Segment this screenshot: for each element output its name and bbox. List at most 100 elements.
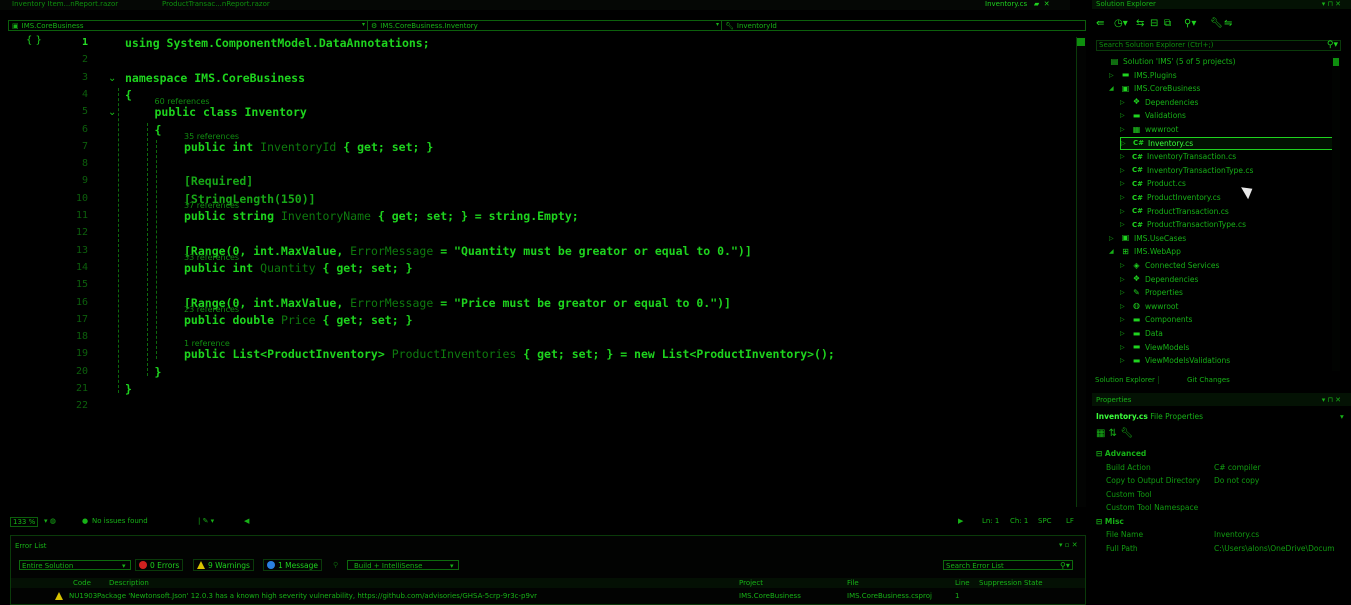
zoom-dropdown-icon[interactable]: ▾ ◍	[44, 517, 56, 525]
doc-tab-product-transaction-report[interactable]: ProductTransac...nReport.razor	[162, 0, 270, 8]
tree-item[interactable]: ▷ ◈ Connected Services	[1120, 259, 1219, 272]
editor-scroll-thumb[interactable]	[1077, 38, 1085, 46]
code-line[interactable]: {	[125, 88, 132, 102]
tree-item[interactable]: ▷ C# ProductTransactionType.cs	[1120, 218, 1246, 231]
pin-icon[interactable]: ▰	[1029, 0, 1039, 8]
expanded-icon[interactable]: ◢	[1109, 248, 1117, 255]
property-value[interactable]: Inventory.cs	[1214, 530, 1259, 539]
tree-item[interactable]: ▷ ❖ Dependencies	[1120, 96, 1198, 109]
tree-item[interactable]: ▷ C# ProductInventory.cs	[1120, 191, 1221, 204]
code-line[interactable]: using System.ComponentModel.DataAnnotati…	[125, 36, 430, 50]
active-doc-tab[interactable]: Inventory.cs ▰ ✕	[985, 0, 1050, 8]
tree-item[interactable]: ▷ C# ProductTransaction.cs	[1120, 205, 1229, 218]
col-code[interactable]: Code	[73, 579, 91, 587]
table-row[interactable]: NU1903 Package 'Newtonsoft.Json' 12.0.3 …	[11, 591, 1085, 602]
code-line[interactable]: {	[155, 123, 162, 137]
fold-chevron-icon[interactable]: ⌄	[108, 107, 116, 118]
code-line[interactable]: public double Price { get; set; }	[184, 313, 413, 327]
code-line[interactable]: [Required]	[184, 174, 253, 188]
property-name[interactable]: Custom Tool Namespace	[1106, 503, 1198, 512]
errors-filter-button[interactable]: 0 Errors	[135, 559, 184, 571]
tree-item[interactable]: ▷ ▬ ViewModels	[1120, 341, 1189, 354]
solution-search-input[interactable]: Search Solution Explorer (Ctrl+;) ⚲▾	[1096, 40, 1341, 51]
code-editor[interactable]: { } 1 using System.ComponentModel.DataAnno…	[8, 32, 1086, 510]
issues-status[interactable]: No issues found	[92, 517, 148, 525]
expand-icon[interactable]: ▷	[1109, 72, 1117, 79]
error-search-input[interactable]: Search Error List ⚲▾	[943, 560, 1073, 570]
solution-scrollbar[interactable]	[1332, 56, 1340, 371]
expanded-icon[interactable]: ◢	[1109, 85, 1117, 92]
col-line[interactable]: Line	[955, 579, 970, 587]
property-section-header[interactable]: ⊟ Advanced	[1096, 449, 1146, 458]
project-dropdown[interactable]: ▣ IMS.CoreBusiness ▾	[9, 21, 367, 30]
expand-icon[interactable]: ▷	[1120, 316, 1128, 323]
code-line[interactable]: public string InventoryName { get; set; …	[184, 209, 579, 223]
expand-icon[interactable]: ▷	[1120, 208, 1128, 215]
expand-icon[interactable]: ▷	[1120, 126, 1128, 133]
expand-icon[interactable]: ▷	[1120, 303, 1128, 310]
properties-icon[interactable]: 🔧︎	[1210, 18, 1223, 29]
tree-item[interactable]: ▷ ▬ Data	[1120, 327, 1163, 340]
tree-item[interactable]: ▷ ▬ IMS.Plugins	[1109, 69, 1177, 82]
line-ending-indicator[interactable]: LF	[1066, 517, 1074, 525]
close-icon[interactable]: ✕	[1041, 0, 1050, 8]
col-suppression[interactable]: Suppression State	[979, 579, 1043, 587]
fold-chevron-icon[interactable]: ⌄	[108, 73, 116, 84]
expand-icon[interactable]: ▷	[1120, 153, 1128, 160]
warnings-filter-button[interactable]: 9 Warnings	[193, 559, 254, 571]
whitespace-indicator[interactable]: SPC	[1038, 517, 1052, 525]
col-description[interactable]: Description	[109, 579, 149, 587]
expand-icon[interactable]: ▷	[1109, 235, 1117, 242]
code-line[interactable]: public List<ProductInventory> ProductInv…	[184, 347, 835, 361]
scroll-right-icon[interactable]: ▶	[958, 517, 963, 525]
expand-icon[interactable]: ▷	[1120, 99, 1128, 106]
tree-item[interactable]: ▷ C# InventoryTransaction.cs	[1120, 150, 1236, 163]
expand-icon[interactable]: ▷	[1120, 344, 1128, 351]
tree-item[interactable]: ◢ ▣ IMS.CoreBusiness	[1109, 82, 1200, 95]
expand-icon[interactable]: ▷	[1120, 289, 1128, 296]
col-project[interactable]: Project	[739, 579, 763, 587]
tree-item[interactable]: ▷ ▬ Components	[1120, 313, 1192, 326]
tree-item[interactable]: ▷ C# Inventory.cs	[1120, 136, 1334, 150]
col-file[interactable]: File	[847, 579, 859, 587]
expand-icon[interactable]: ▷	[1121, 140, 1129, 147]
collapse-icon[interactable]: ⊟	[1096, 449, 1105, 458]
property-name[interactable]: File Name	[1106, 530, 1143, 539]
char-indicator[interactable]: Ch: 1	[1010, 517, 1028, 525]
expand-icon[interactable]: ▷	[1120, 221, 1128, 228]
panel-controls-icon[interactable]: ▾ ▫ ✕	[1059, 541, 1078, 549]
filter-icon[interactable]: ⚲	[333, 561, 338, 569]
property-name[interactable]: Custom Tool	[1106, 490, 1152, 499]
tree-item[interactable]: ▷ ▬ ViewModelsValidations	[1120, 354, 1230, 367]
properties-subject-selector[interactable]: Inventory.cs File Properties ▾	[1096, 412, 1346, 421]
property-section-header[interactable]: ⊟ Misc	[1096, 517, 1124, 526]
zoom-level[interactable]: 133 %	[10, 517, 39, 527]
code-line[interactable]: }	[155, 365, 162, 379]
messages-filter-button[interactable]: 1 Message	[263, 559, 323, 571]
brush-icon[interactable]: | ✎ ▾	[198, 517, 214, 525]
tree-item[interactable]: ▷ ◍ wwwroot	[1120, 300, 1178, 313]
tree-item[interactable]: ▷ C# InventoryTransactionType.cs	[1120, 164, 1253, 177]
code-line[interactable]: public class Inventory	[155, 105, 307, 119]
expand-icon[interactable]: ▷	[1120, 167, 1128, 174]
alphabetical-icon[interactable]: ⇅	[1109, 428, 1117, 439]
code-line[interactable]: public int InventoryId { get; set; }	[184, 140, 433, 154]
expand-icon[interactable]: ▷	[1120, 180, 1128, 187]
code-line[interactable]: [Range(0, int.MaxValue, ErrorMessage = "…	[184, 296, 731, 310]
property-name[interactable]: Build Action	[1106, 463, 1151, 472]
property-value[interactable]: C# compiler	[1214, 463, 1261, 472]
expand-icon[interactable]: ▷	[1120, 357, 1128, 364]
property-name[interactable]: Copy to Output Directory	[1106, 476, 1200, 485]
preview-icon[interactable]: ⇋	[1224, 18, 1232, 29]
tree-item[interactable]: ◢ ⊞ IMS.WebApp	[1109, 245, 1181, 258]
tree-item[interactable]: ▷ C# Product.cs	[1120, 177, 1186, 190]
property-value[interactable]: Do not copy	[1214, 476, 1259, 485]
code-line[interactable]: namespace IMS.CoreBusiness	[125, 71, 305, 85]
property-pages-icon[interactable]: 🔧︎	[1120, 428, 1133, 439]
solution-scroll-thumb[interactable]	[1333, 58, 1339, 66]
build-filter-dropdown[interactable]: Build + IntelliSense ▾	[347, 560, 459, 570]
tree-item[interactable]: ▤ Solution 'IMS' (5 of 5 projects)	[1098, 55, 1236, 68]
collapse-icon[interactable]: ⊟	[1096, 517, 1105, 526]
tab-solution-explorer[interactable]: Solution Explorer	[1092, 376, 1159, 384]
doc-tab-inventory-report[interactable]: Inventory Item...nReport.razor	[12, 0, 118, 8]
